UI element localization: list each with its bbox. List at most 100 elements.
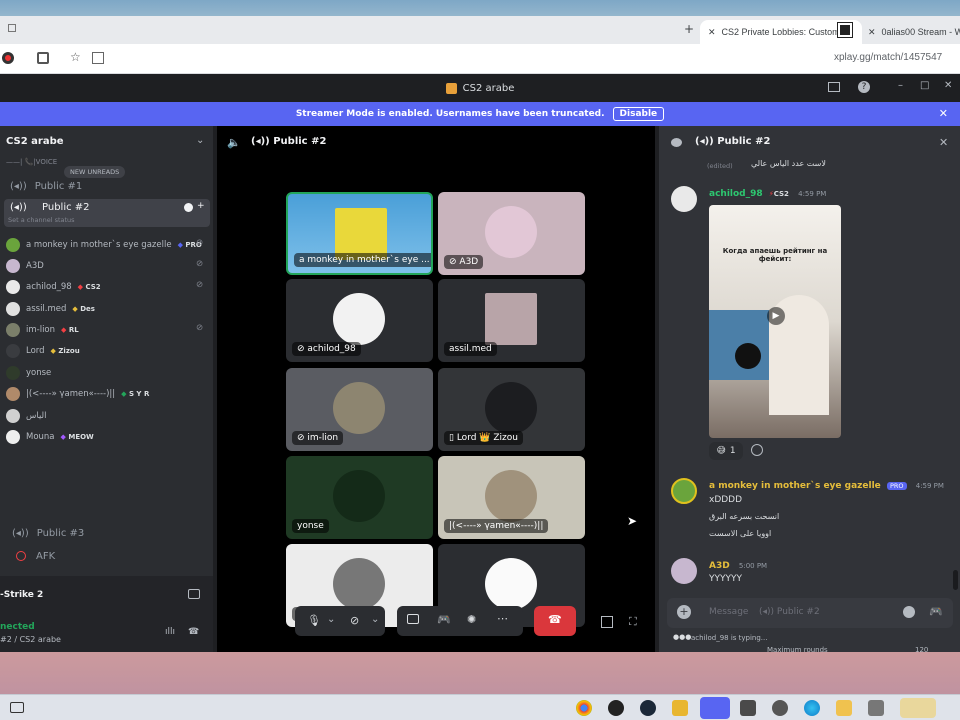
obs-icon[interactable] xyxy=(608,700,624,716)
weather-widget-icon[interactable] xyxy=(900,698,936,718)
voice-member[interactable]: achilod_98 ◆ CS2 ⊘ xyxy=(6,278,203,296)
help-icon[interactable]: ? xyxy=(858,81,870,93)
discord-taskbar-icon[interactable] xyxy=(700,697,730,719)
participant-avatar xyxy=(333,558,385,610)
set-status-text[interactable]: Set a channel status xyxy=(8,216,75,224)
channel-public-2[interactable]: (◂)) Public #2 Set a channel status + xyxy=(4,199,210,227)
message-author[interactable]: achilod_98 xyxy=(709,189,763,199)
minimize-icon[interactable]: – xyxy=(898,80,903,91)
close-banner-icon[interactable]: ✕ xyxy=(939,107,948,120)
disable-button[interactable]: Disable xyxy=(612,107,665,121)
gamepad-icon[interactable]: 🎮 xyxy=(929,605,943,618)
voice-member[interactable]: im-lion ◆ RL ⊘ xyxy=(6,321,203,339)
avatar[interactable] xyxy=(671,186,697,212)
avatar xyxy=(6,430,20,444)
app-icon[interactable] xyxy=(772,700,788,716)
reaction-chip[interactable]: 😅 1 xyxy=(709,442,743,460)
avatar[interactable] xyxy=(671,478,697,504)
inbox-icon[interactable] xyxy=(828,82,840,92)
message-input[interactable]: + Message (◂)) Public #2 🎮 xyxy=(667,598,953,628)
voice-member[interactable]: الياس xyxy=(6,407,46,425)
video-attachment[interactable]: Когда апаешь рейтинг на фейсит: ▶ xyxy=(709,205,841,438)
participant-tile[interactable]: |(<----» γamen«----)|| xyxy=(438,456,585,539)
noise-icon[interactable]: ıllı xyxy=(165,627,175,637)
participant-tile[interactable]: ▯ Lord 👑 Zizou xyxy=(438,368,585,451)
screen-icon[interactable] xyxy=(188,589,200,599)
star-icon[interactable]: ☆ xyxy=(70,50,81,64)
channel-afk[interactable]: AFK xyxy=(16,547,55,565)
url-text[interactable]: xplay.gg/match/1457547 xyxy=(834,52,942,63)
member-name: yonse xyxy=(26,368,52,378)
maximize-icon[interactable]: □ xyxy=(920,80,929,91)
voice-member[interactable]: Mouna ◆ MEOW xyxy=(6,428,94,446)
stage-title: (◂)) Public #2 xyxy=(251,136,327,147)
add-user-icon[interactable]: + xyxy=(197,201,205,211)
close-window-icon[interactable]: ✕ xyxy=(944,80,952,91)
participant-tile[interactable]: ⊘ achilod_98 xyxy=(286,279,433,362)
chevron-down-icon[interactable]: ⌄ xyxy=(327,614,335,625)
app-icon[interactable] xyxy=(672,700,688,716)
message-author[interactable]: A3D xyxy=(709,561,730,571)
add-reaction-icon[interactable] xyxy=(751,444,763,456)
voice-member[interactable]: assil.med ◆ Des xyxy=(6,300,95,318)
camera-off-icon[interactable]: ⊘ xyxy=(350,614,359,627)
chevron-down-icon[interactable]: ⌄ xyxy=(196,135,204,146)
soundboard-icon[interactable]: ✺ xyxy=(467,613,476,626)
more-icon[interactable]: ⋯ xyxy=(497,612,508,625)
app-icon[interactable] xyxy=(868,700,884,716)
member-name: achilod_98 xyxy=(26,282,72,292)
server-name[interactable]: CS2 arabe xyxy=(6,136,64,147)
chevron-down-icon[interactable]: ⌄ xyxy=(371,614,379,625)
message-text: YYYYYY xyxy=(709,574,742,584)
new-tab-icon[interactable]: + xyxy=(684,22,694,36)
disconnect-icon[interactable]: ☎ xyxy=(188,627,199,637)
gamepad-icon[interactable]: 🎮 xyxy=(437,613,451,626)
channel-public-3[interactable]: (◂)) Public #3 xyxy=(12,524,84,542)
share-icon[interactable] xyxy=(92,52,104,64)
voice-channel-text[interactable]: #2 / CS2 arabe xyxy=(0,635,61,644)
voice-connected-text[interactable]: nected xyxy=(0,622,35,632)
avatar xyxy=(6,302,20,316)
chrome-icon[interactable] xyxy=(576,700,592,716)
folder-icon[interactable] xyxy=(836,700,852,716)
clan-tag: RL xyxy=(68,326,79,334)
voice-member[interactable]: a monkey in mother`s eye gazelle ◆ PRO ⊘ xyxy=(6,236,203,254)
channel-public-1[interactable]: (◂)) Public #1 xyxy=(10,177,82,195)
edge-icon[interactable] xyxy=(804,700,820,716)
keyboard-icon[interactable] xyxy=(10,702,24,713)
participant-tile[interactable]: assil.med xyxy=(438,279,585,362)
voice-member[interactable]: A3D ⊘ xyxy=(6,257,203,275)
camera-off-icon: ⊘ xyxy=(196,323,204,333)
attach-plus-icon[interactable]: + xyxy=(677,605,691,619)
voice-member[interactable]: yonse xyxy=(6,364,51,382)
extension-icon[interactable] xyxy=(37,52,49,64)
participant-tile[interactable]: yonse xyxy=(286,456,433,539)
participant-tile[interactable]: ⊘ A3D xyxy=(438,192,585,275)
participant-tile[interactable]: a monkey in mother`s eye ... xyxy=(286,192,433,275)
profile-icon[interactable] xyxy=(2,52,14,64)
avatar[interactable] xyxy=(671,558,697,584)
steam-icon[interactable] xyxy=(640,700,656,716)
screenshare-icon[interactable] xyxy=(407,614,419,624)
video-player-ball xyxy=(735,343,761,369)
app-icon[interactable] xyxy=(740,700,756,716)
participant-tile[interactable]: ⊘ im-lion xyxy=(286,368,433,451)
popout-icon[interactable] xyxy=(601,616,613,628)
chat-bubble-icon[interactable] xyxy=(184,203,193,212)
microphone-icon[interactable]: 🎙 xyxy=(307,614,321,627)
fullscreen-icon[interactable]: ⛶ xyxy=(629,615,637,629)
close-chat-icon[interactable]: ✕ xyxy=(939,136,948,149)
voice-member[interactable]: Lord ◆ Zizou xyxy=(6,342,80,360)
play-icon[interactable]: ▶ xyxy=(767,307,785,325)
scrollbar-thumb[interactable] xyxy=(953,570,958,590)
clan-tag: CS2 xyxy=(85,283,101,291)
emoji-icon[interactable] xyxy=(903,606,915,618)
member-name: a monkey in mother`s eye gazelle xyxy=(26,240,172,250)
discord-window: CS2 arabe ? – □ ✕ Streamer Mode is enabl… xyxy=(0,74,960,654)
voice-member[interactable]: |(<----» γamen«----)|| ◆ S Y R xyxy=(6,385,149,403)
tab-stream[interactable]: ✕ 0alias00 Stream - Wat xyxy=(860,20,960,44)
message-author[interactable]: a monkey in mother`s eye gazelle xyxy=(709,481,881,491)
disconnect-call-button[interactable]: ☎ xyxy=(534,606,576,636)
close-icon[interactable]: ✕ xyxy=(868,27,876,38)
close-icon[interactable]: ✕ xyxy=(708,27,716,38)
